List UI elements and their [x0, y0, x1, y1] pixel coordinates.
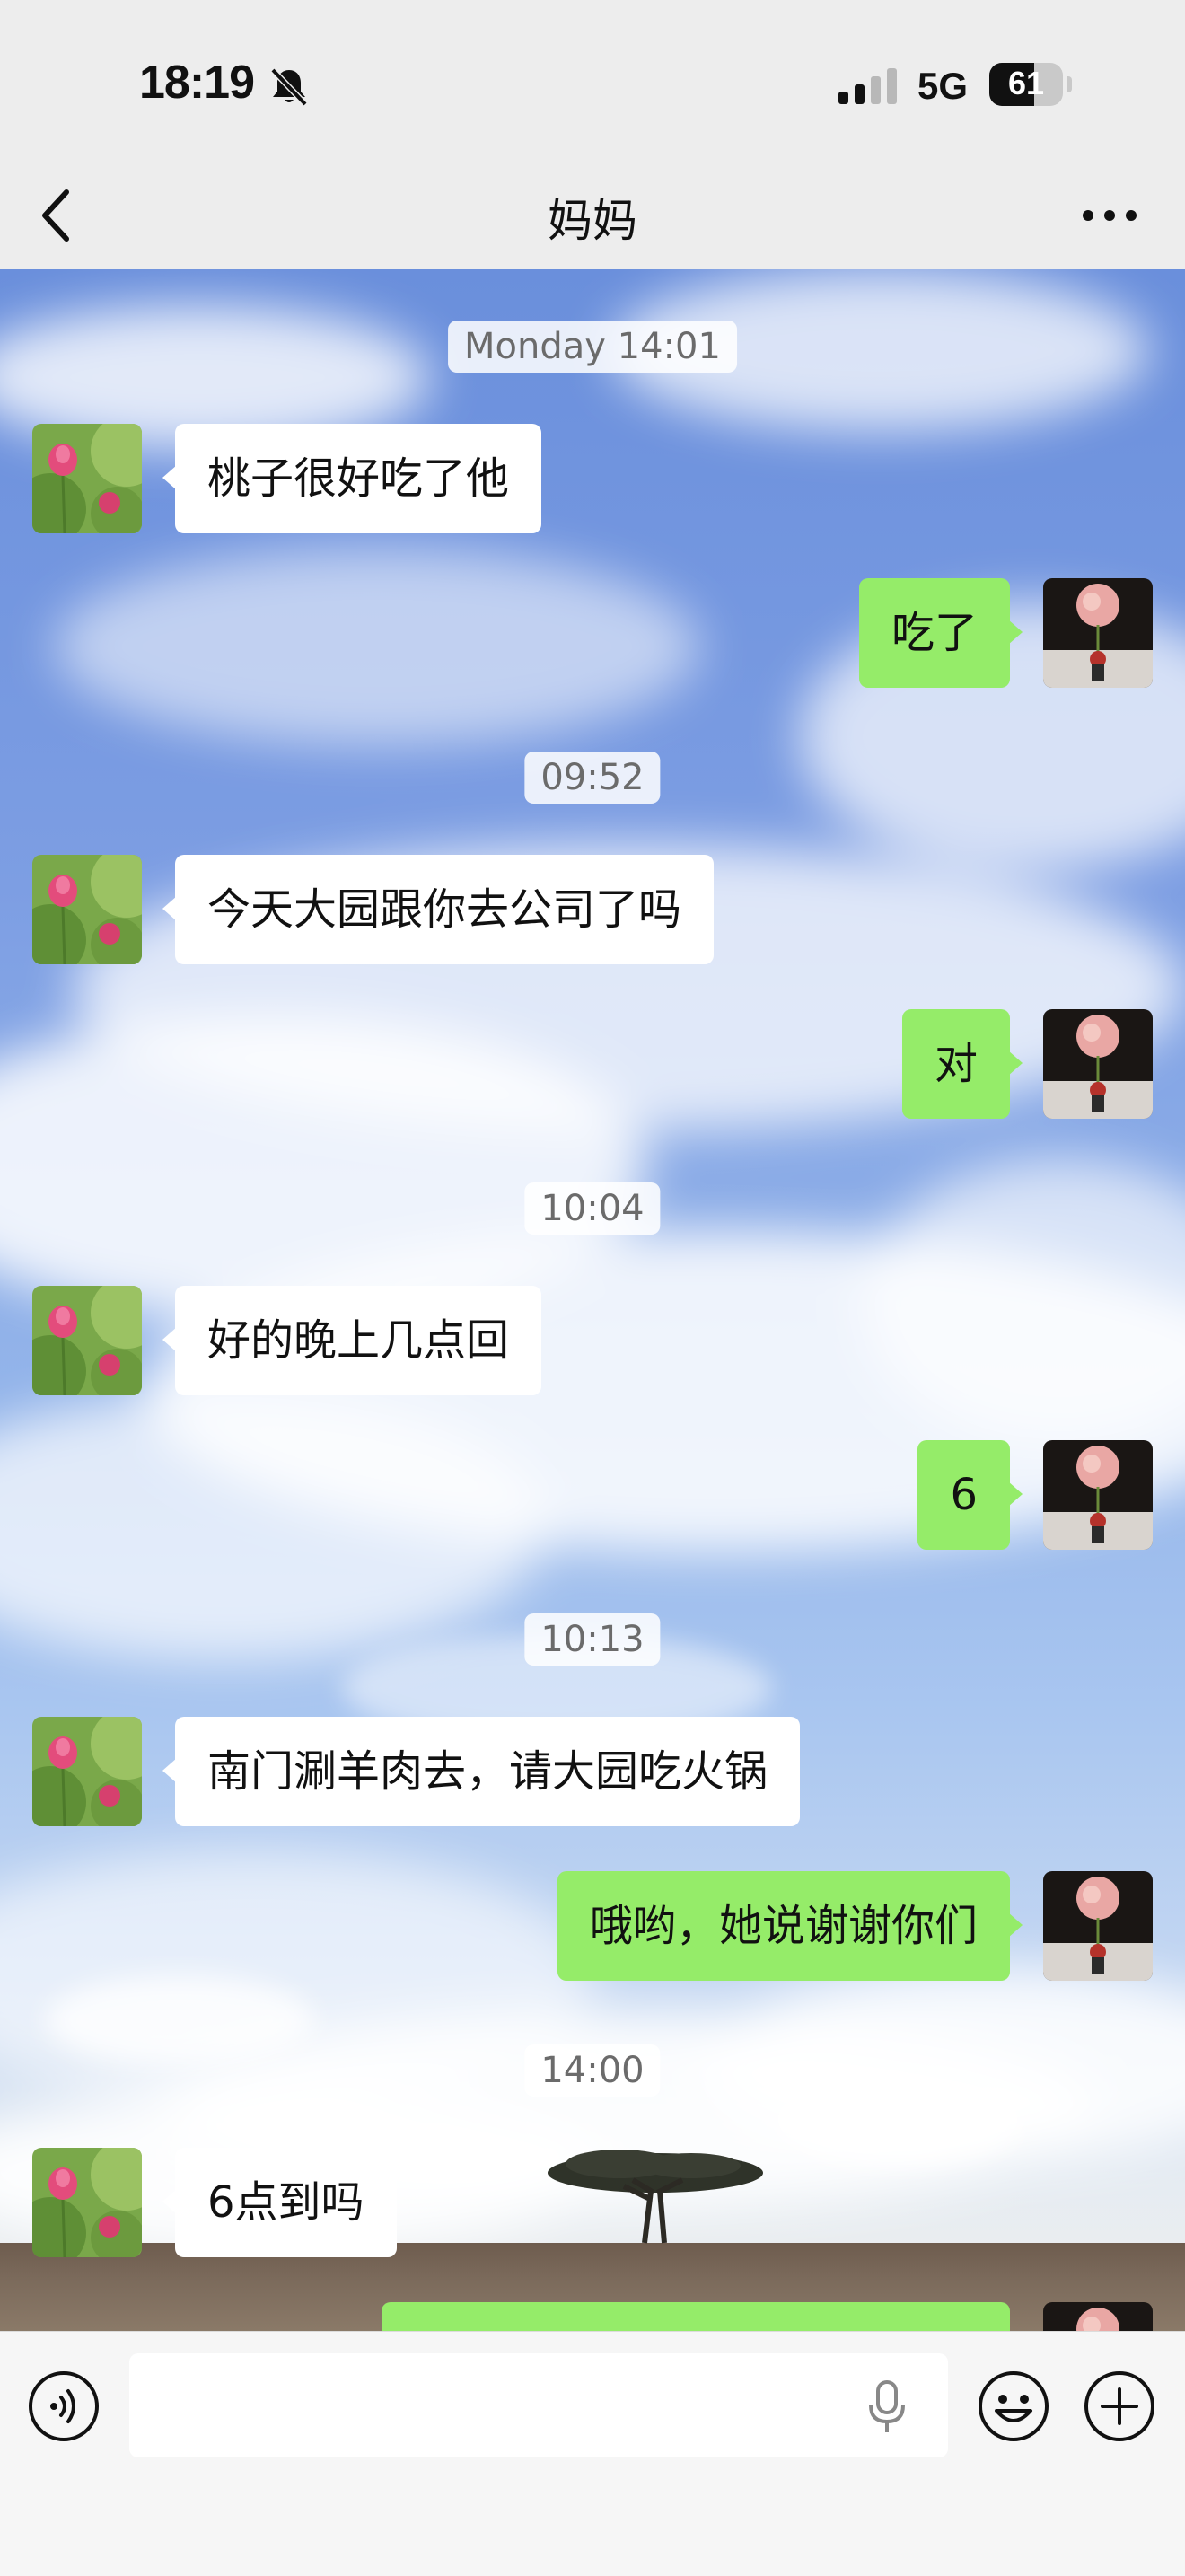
- status-time: 18:19: [139, 57, 255, 109]
- status-bar: 18:19 5G 61: [0, 0, 1185, 162]
- timestamp: 14:00: [524, 2044, 661, 2097]
- timestamp: 10:13: [524, 1613, 661, 1666]
- battery-icon: 61: [989, 63, 1063, 106]
- contact-avatar[interactable]: [32, 1717, 142, 1826]
- sent-message-bubble[interactable]: 6: [917, 1440, 1023, 1550]
- plus-icon: [1084, 2371, 1154, 2441]
- user-avatar[interactable]: [1043, 1440, 1153, 1550]
- contact-avatar[interactable]: [32, 424, 142, 533]
- user-avatar[interactable]: [1043, 578, 1153, 688]
- mic-icon[interactable]: [864, 2380, 910, 2438]
- more-dots-icon: [1083, 210, 1137, 221]
- signal-icon: [838, 68, 901, 108]
- user-avatar[interactable]: [1043, 2302, 1153, 2331]
- received-message-bubble[interactable]: 6点到吗: [162, 2148, 397, 2257]
- contact-avatar[interactable]: [32, 855, 142, 964]
- timestamp: Monday 14:01: [448, 321, 737, 373]
- received-message-bubble[interactable]: 好的晚上几点回: [162, 1286, 542, 1395]
- contact-avatar[interactable]: [32, 1286, 142, 1395]
- plus-button[interactable]: [1083, 2369, 1156, 2447]
- more-button[interactable]: [1074, 189, 1146, 242]
- message-input[interactable]: [129, 2353, 948, 2457]
- user-avatar[interactable]: [1043, 1871, 1153, 1981]
- voice-icon: [29, 2371, 99, 2441]
- timestamp: 09:52: [524, 752, 661, 804]
- input-bar: [0, 2331, 1185, 2576]
- network-label: 5G: [917, 65, 969, 107]
- received-message-bubble[interactable]: 南门涮羊肉去，请大园吃火锅: [162, 1717, 801, 1826]
- received-message-bubble[interactable]: 桃子很好吃了他: [162, 424, 542, 533]
- received-message-bubble[interactable]: 今天大园跟你去公司了吗: [162, 855, 715, 964]
- battery-percent: 61: [1007, 65, 1045, 101]
- sent-message-bubble[interactable]: 吃了: [858, 578, 1023, 688]
- timestamp: 10:04: [524, 1182, 661, 1235]
- battery-cap: [1066, 76, 1072, 92]
- emoji-button[interactable]: [977, 2369, 1050, 2447]
- acacia-tree: [548, 2150, 763, 2244]
- sent-message-bubble-partial[interactable]: [382, 2302, 1010, 2331]
- chat-area[interactable]: Monday 14:01 09:52 10:04 10:13 14:00 桃子很…: [0, 269, 1185, 2331]
- voice-button[interactable]: [27, 2369, 101, 2447]
- nav-bar: 妈妈: [0, 162, 1185, 269]
- bell-muted-icon: [268, 65, 311, 111]
- emoji-icon: [979, 2371, 1049, 2441]
- user-avatar[interactable]: [1043, 1009, 1153, 1119]
- page-title: 妈妈: [548, 195, 637, 247]
- sent-message-bubble[interactable]: 对: [901, 1009, 1023, 1119]
- sent-message-bubble[interactable]: 哦哟，她说谢谢你们: [557, 1871, 1023, 1981]
- contact-avatar[interactable]: [32, 2148, 142, 2257]
